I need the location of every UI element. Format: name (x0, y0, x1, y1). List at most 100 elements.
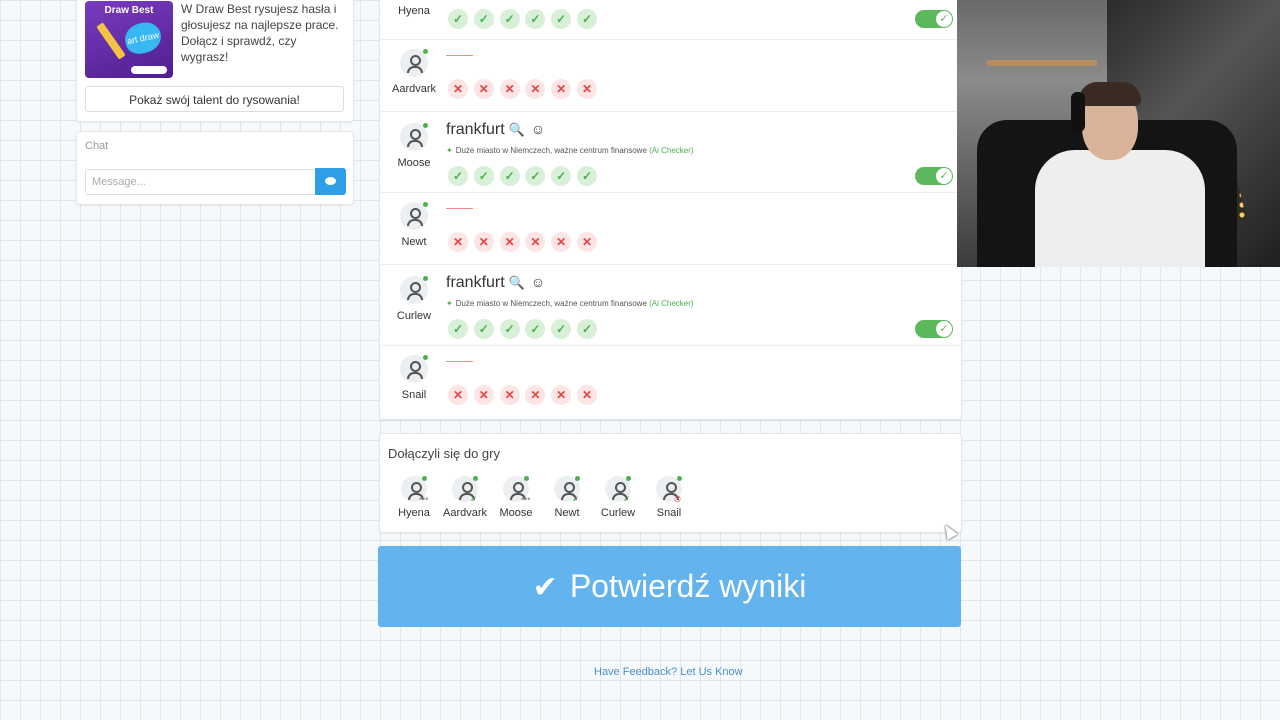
vote-check-icon: ✓ (525, 166, 546, 186)
joined-player: ✓ Aardvark (440, 476, 490, 519)
confirm-results-button[interactable]: ✔ Potwierdź wyniki (378, 546, 961, 627)
ai-checker-label: (Ai Checker) (649, 299, 694, 308)
player-name: Aardvark (442, 507, 488, 519)
webcam-person-hair (1079, 82, 1141, 106)
accept-answer-toggle[interactable] (915, 167, 953, 185)
player-name: Moose (397, 157, 431, 169)
result-row: Newt ✕ ✕ ✕ ✕ ✕ ✕ (380, 192, 961, 265)
joined-player: ••• Moose (491, 476, 541, 519)
result-row: Snail ✕ ✕ ✕ ✕ ✕ ✕ (380, 345, 961, 417)
vote-check-icon: ✓ (551, 9, 572, 29)
answer-word: frankfurt 🔍 ☺ (446, 121, 545, 139)
vote-cross-icon: ✕ (499, 79, 520, 99)
vote-check-icon: ✓ (577, 319, 597, 339)
ai-hint: ✦ Duże miasto w Niemczech, ważne centrum … (446, 146, 694, 155)
result-row: Aardvark ✕ ✕ ✕ ✕ ✕ ✕ (380, 39, 961, 112)
vote-check-icon: ✓ (525, 319, 546, 339)
online-indicator (423, 276, 428, 281)
vote-check-icon: ✓ (473, 166, 494, 186)
vote-cross-icon: ✕ (473, 385, 494, 405)
draw-best-thumbnail[interactable]: Draw Best art draw (85, 1, 173, 78)
empty-answer-dash (446, 55, 473, 56)
online-indicator (524, 476, 529, 481)
vote-check-icon: ✓ (499, 9, 520, 29)
vote-cross-icon: ✕ (577, 385, 597, 405)
player-status-icon: ✓ (623, 494, 631, 504)
webcam-person-shirt (1035, 150, 1205, 267)
player-name: Snail (401, 389, 427, 401)
player-avatar-block: Snail (380, 355, 448, 401)
vote-cross-icon: ✕ (448, 232, 468, 252)
hint-text: Duże miasto w Niemczech, ważne centrum f… (455, 299, 647, 308)
online-indicator (626, 476, 631, 481)
online-indicator (423, 355, 428, 360)
player-status-icon: ••• (419, 494, 429, 504)
vote-cross-icon: ✕ (551, 385, 572, 405)
joined-players-panel: Dołączyli się do gry ••• Hyena ✓ Aardvark ••… (379, 433, 962, 533)
vote-cross-icon: ✕ (525, 385, 546, 405)
player-avatar-block: Newt (380, 202, 448, 248)
joined-title: Dołączyli się do gry (388, 446, 500, 461)
vote-check-icon: ✓ (551, 319, 572, 339)
online-indicator (473, 476, 478, 481)
empty-answer-dash (446, 361, 473, 362)
vote-cross-icon: ✕ (499, 385, 520, 405)
emoji-icon[interactable]: ☺ (531, 121, 545, 137)
avatar-icon (400, 355, 428, 383)
chat-panel: Chat (76, 131, 354, 205)
accept-answer-toggle[interactable] (915, 10, 953, 28)
vote-check-icon: ✓ (473, 319, 494, 339)
vote-cross-icon: ✕ (525, 232, 546, 252)
thumbnail-logo (131, 66, 167, 74)
vote-check-icon: ✓ (473, 9, 494, 29)
show-talent-button[interactable]: Pokaż swój talent do rysowania! (85, 86, 344, 112)
vote-cross-icon: ✕ (577, 79, 597, 99)
online-indicator (677, 476, 682, 481)
vote-check-icon: ✓ (448, 166, 468, 186)
joined-player: ⏱ Snail (644, 476, 694, 519)
promo-description: W Draw Best rysujesz hasła i głosujesz n… (181, 2, 339, 64)
chat-title: Chat (85, 140, 109, 152)
promo-card: Draw Best art draw W Draw Best rysujesz … (76, 0, 354, 122)
avatar-icon (400, 276, 428, 304)
player-name: Aardvark (391, 83, 437, 95)
player-name: Hyena (398, 507, 430, 519)
online-indicator (423, 123, 428, 128)
player-status-icon: ✓ (572, 494, 580, 504)
feedback-link[interactable]: Have Feedback? Let Us Know (594, 666, 743, 678)
avatar-icon (400, 49, 428, 77)
search-icon[interactable]: 🔍 (509, 275, 525, 291)
ai-hint: ✦ Duże miasto w Niemczech, ważne centrum … (446, 299, 694, 308)
check-icon: ✔ (532, 571, 558, 604)
vote-check-icon: ✓ (499, 319, 520, 339)
vote-cross-icon: ✕ (448, 79, 468, 99)
thumbnail-title: Draw Best (104, 5, 154, 16)
player-avatar-block: Moose (380, 123, 448, 169)
webcam-overlay (957, 0, 1280, 267)
headphones-icon (1071, 92, 1085, 132)
online-indicator (423, 49, 428, 54)
answer-text: frankfurt (446, 121, 505, 138)
player-name: Hyena (398, 5, 430, 17)
player-status-icon: ⏱ (674, 494, 682, 504)
vote-cross-icon: ✕ (473, 232, 494, 252)
empty-answer-dash (446, 208, 473, 209)
player-name: Moose (499, 507, 533, 519)
vote-cross-icon: ✕ (525, 79, 546, 99)
player-avatar-block: Aardvark (380, 49, 448, 95)
emoji-icon[interactable]: ☺ (531, 274, 545, 290)
player-name: Newt (401, 236, 427, 248)
joined-player: ••• Hyena (389, 476, 439, 519)
player-name: Curlew (600, 507, 636, 519)
vote-check-icon: ✓ (448, 9, 468, 29)
vote-check-icon: ✓ (448, 319, 468, 339)
avatar-icon (400, 202, 428, 230)
search-icon[interactable]: 🔍 (509, 122, 525, 138)
accept-answer-toggle[interactable] (915, 320, 953, 338)
sparkle-icon: ✦ (446, 146, 453, 155)
result-row: Hyena ✓ ✓ ✓ ✓ ✓ ✓ (380, 0, 961, 40)
chat-message-input[interactable] (85, 169, 317, 195)
player-name: Newt (554, 507, 580, 519)
chat-send-button[interactable] (315, 168, 346, 195)
result-row: Curlew frankfurt 🔍 ☺ ✦ Duże miasto w Niemczec… (380, 264, 961, 346)
